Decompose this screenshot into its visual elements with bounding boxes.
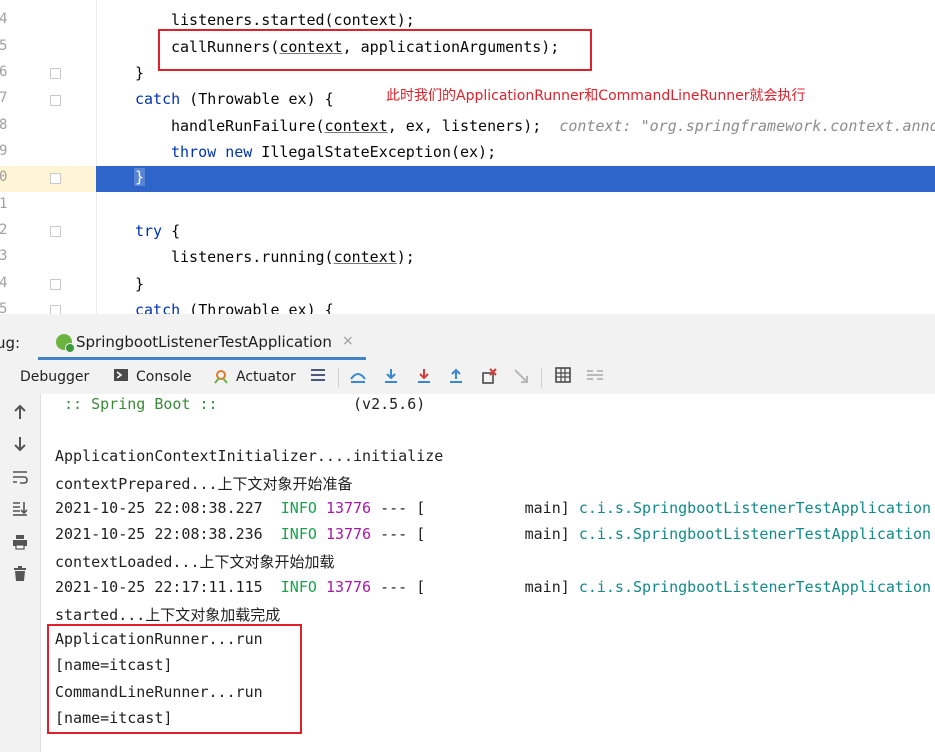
code-line: catch (Throwable ex) { bbox=[135, 90, 334, 108]
highlight-box-runners-output bbox=[47, 624, 302, 734]
code-line: } bbox=[135, 275, 145, 293]
console-line: started...上下文对象加载完成 bbox=[55, 606, 281, 624]
console-side-toolbar bbox=[0, 394, 41, 752]
gutter-separator bbox=[96, 0, 97, 326]
run-tab-label: SpringbootListenerTestApplication bbox=[76, 333, 332, 351]
show-execution-point-icon[interactable] bbox=[349, 367, 367, 385]
tab-actuator[interactable]: Actuator bbox=[236, 369, 296, 385]
drop-frame-icon[interactable] bbox=[480, 367, 498, 385]
editor-gutter bbox=[0, 0, 96, 326]
console-line: contextLoaded...上下文对象开始加载 bbox=[55, 553, 335, 571]
up-arrow-icon[interactable] bbox=[10, 404, 30, 424]
code-line: try { bbox=[135, 222, 181, 240]
inline-value-hint: context: "org.springframework.context.an… bbox=[559, 117, 935, 135]
console-output[interactable]: :: Spring Boot :: (v2.5.6) ApplicationCo… bbox=[41, 394, 935, 752]
line-number: 6 bbox=[0, 64, 8, 80]
spring-boot-icon bbox=[56, 334, 75, 353]
fold-marker-icon[interactable] bbox=[50, 173, 61, 184]
toolbar-separator bbox=[541, 368, 542, 388]
console-line: contextPrepared...上下文对象开始准备 bbox=[55, 475, 353, 493]
console-icon bbox=[112, 367, 130, 385]
run-to-cursor-icon bbox=[512, 367, 530, 385]
console-log-line: 2021-10-25 22:08:38.236 INFO 13776 --- [… bbox=[55, 525, 932, 543]
toolbar-separator bbox=[338, 368, 339, 388]
line-number: 2 bbox=[0, 222, 8, 238]
line-number: 1 bbox=[0, 196, 8, 212]
step-out-icon[interactable] bbox=[447, 367, 465, 385]
console-line: ApplicationContextInitializer....initial… bbox=[55, 447, 444, 465]
line-number: 0 bbox=[0, 169, 8, 185]
line-number: 8 bbox=[0, 117, 8, 133]
print-icon[interactable] bbox=[10, 534, 30, 554]
code-editor[interactable]: 4 5 6 7 8 9 0 1 2 3 4 5 listeners.starte… bbox=[0, 0, 935, 326]
editor-horizontal-scrollbar[interactable] bbox=[0, 314, 935, 326]
console-log-line: 2021-10-25 22:17:11.115 INFO 13776 --- [… bbox=[55, 578, 932, 596]
debug-label: ug: bbox=[0, 334, 21, 352]
fold-marker-icon[interactable] bbox=[50, 95, 61, 106]
annotation-note: 此时我们的ApplicationRunner和CommandLineRunner… bbox=[386, 88, 806, 104]
line-number: 9 bbox=[0, 143, 8, 159]
debug-toolbar: Debugger Console Actuator bbox=[0, 360, 935, 394]
line-number: 4 bbox=[0, 275, 8, 291]
scroll-to-end-icon[interactable] bbox=[10, 500, 30, 520]
fold-marker-icon[interactable] bbox=[50, 279, 61, 290]
code-line: } bbox=[135, 64, 145, 82]
close-tab-icon[interactable]: × bbox=[342, 333, 354, 349]
trace-stream-icon bbox=[586, 367, 604, 385]
code-line: listeners.started(context); bbox=[171, 11, 415, 29]
line-number: 4 bbox=[0, 11, 8, 27]
code-line: handleRunFailure(context, ex, listeners)… bbox=[171, 117, 935, 135]
highlighted-brace: } bbox=[134, 168, 146, 186]
step-over-icon[interactable] bbox=[382, 367, 400, 385]
console-line-banner: :: Spring Boot :: (v2.5.6) bbox=[55, 395, 426, 413]
tab-debugger[interactable]: Debugger bbox=[20, 369, 89, 385]
evaluate-expression-icon[interactable] bbox=[554, 367, 572, 385]
line-number: 3 bbox=[0, 248, 8, 264]
line-number: 5 bbox=[0, 38, 8, 54]
fold-marker-icon[interactable] bbox=[50, 68, 61, 79]
highlight-box-call-runners bbox=[158, 29, 592, 71]
actuator-icon bbox=[212, 367, 230, 385]
code-line: throw new IllegalStateException(ex); bbox=[171, 143, 497, 161]
console-log-line: 2021-10-25 22:08:38.227 INFO 13776 --- [… bbox=[55, 499, 932, 517]
step-into-icon[interactable] bbox=[415, 367, 433, 385]
code-line: listeners.running(context); bbox=[171, 248, 415, 266]
debug-tab-bar: ug: SpringbootListenerTestApplication × bbox=[0, 326, 935, 361]
line-number: 7 bbox=[0, 90, 8, 106]
tab-console[interactable]: Console bbox=[136, 369, 192, 385]
current-line-gutter-highlight bbox=[0, 166, 96, 192]
trash-icon[interactable] bbox=[10, 566, 30, 586]
menu-icon[interactable] bbox=[309, 367, 327, 385]
soft-wrap-icon[interactable] bbox=[10, 469, 30, 489]
fold-marker-icon[interactable] bbox=[50, 226, 61, 237]
down-arrow-icon[interactable] bbox=[10, 436, 30, 456]
